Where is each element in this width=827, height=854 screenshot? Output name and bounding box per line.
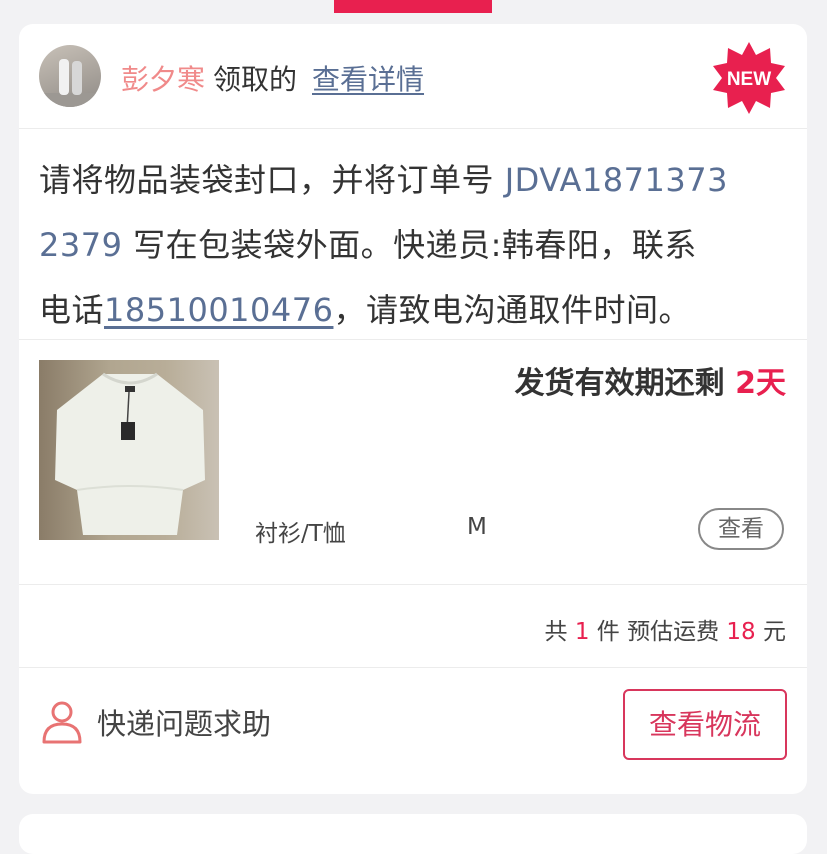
instruction-text-4: ，请致电沟通取件时间。 bbox=[333, 291, 691, 329]
instruction-text-3: 电话 bbox=[39, 291, 105, 329]
instruction-text-2: 写在包装袋外面。快递员:韩春阳，联系 bbox=[122, 226, 697, 264]
product-image[interactable] bbox=[39, 360, 219, 540]
summary-prefix: 共 bbox=[544, 619, 575, 645]
next-order-card bbox=[19, 814, 807, 854]
deadline-days: 2天 bbox=[735, 366, 786, 401]
order-number-part2: 2379 bbox=[39, 226, 123, 264]
active-tab-indicator bbox=[334, 0, 492, 13]
username: 彭夕寒 bbox=[121, 63, 206, 96]
person-outline-icon bbox=[42, 701, 82, 744]
deadline-label: 发货有效期还剩 bbox=[514, 366, 736, 401]
divider bbox=[19, 339, 807, 340]
order-number-part1: JDVA1871373 bbox=[504, 161, 728, 199]
view-details-link[interactable]: 查看详情 bbox=[312, 58, 424, 98]
view-product-button[interactable]: 查看 bbox=[698, 508, 784, 550]
avatar[interactable] bbox=[39, 45, 101, 107]
divider bbox=[19, 584, 807, 585]
product-size: M bbox=[467, 514, 487, 540]
courier-help-button[interactable]: 快递问题求助 bbox=[41, 698, 271, 746]
card-header: 彭夕寒 领取的 查看详情 NEW bbox=[19, 24, 807, 129]
pickup-instruction: 请将物品装袋封口，并将订单号 JDVA1871373 2379 写在包装袋外面。快… bbox=[39, 148, 789, 343]
new-badge-text: NEW bbox=[727, 69, 771, 90]
divider bbox=[19, 667, 807, 668]
view-logistics-button[interactable]: 查看物流 bbox=[623, 689, 787, 760]
shipping-deadline: 发货有效期还剩 2天 bbox=[515, 358, 786, 402]
shipping-fee: 18 bbox=[726, 619, 756, 645]
courier-help-label: 快递问题求助 bbox=[97, 707, 272, 741]
new-starburst-icon: NEW bbox=[713, 42, 785, 114]
product-category: 衬衫/T恤 bbox=[255, 521, 346, 547]
courier-phone-link[interactable]: 18510010476 bbox=[104, 291, 333, 329]
summary-middle: 件 预估运费 bbox=[589, 619, 727, 645]
summary-suffix: 元 bbox=[755, 619, 786, 645]
order-card: 彭夕寒 领取的 查看详情 NEW 请将物品装袋封口，并将订单号 JDVA1871… bbox=[19, 24, 807, 794]
order-summary: 共 1 件 预估运费 18 元 bbox=[545, 612, 786, 646]
item-count: 1 bbox=[574, 619, 590, 645]
instruction-text-1: 请将物品装袋封口，并将订单号 bbox=[39, 161, 505, 199]
claimed-text: 领取的 bbox=[213, 63, 298, 96]
